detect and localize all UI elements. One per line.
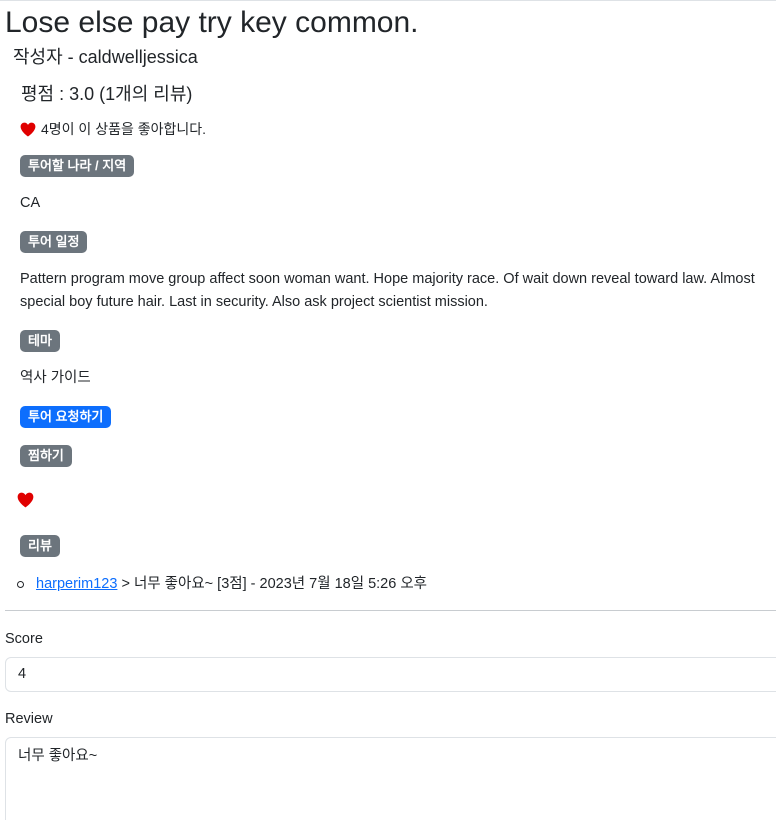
rating-summary: 평점 : 3.0 (1개의 리뷰) <box>21 84 193 104</box>
divider <box>5 610 776 611</box>
product-detail-page: Lose else pay try key common. 작성자 - cald… <box>0 0 776 820</box>
heart-icon[interactable] <box>17 492 34 508</box>
schedule-value: Pattern program move group affect soon w… <box>20 271 755 310</box>
review-textarea[interactable]: 너무 좋아요~ <box>5 737 776 820</box>
review-label: Review <box>5 711 53 727</box>
request-tour-button[interactable]: 투어 요청하기 <box>20 406 112 428</box>
review-user-link[interactable]: harperim123 <box>36 573 117 595</box>
review-list: harperim123 > 너무 좋아요~ [3점] - 2023년 7월 18… <box>16 573 427 595</box>
list-item: harperim123 > 너무 좋아요~ [3점] - 2023년 7월 18… <box>16 573 427 595</box>
score-input[interactable]: 4 <box>5 657 776 692</box>
schedule-label-badge: 투어 일정 <box>20 231 88 253</box>
likes-count: 4명이 이 상품을 좋아합니다. <box>20 119 206 139</box>
review-text: > 너무 좋아요~ [3점] - 2023년 7월 18일 5:26 오후 <box>121 576 428 592</box>
likes-text: 4명이 이 상품을 좋아합니다. <box>41 121 207 137</box>
author-line: 작성자 - caldwelljessica <box>13 47 198 67</box>
reviews-label-badge: 리뷰 <box>20 535 60 557</box>
theme-value: 역사 가이드 <box>20 370 91 386</box>
country-label-badge: 투어할 나라 / 지역 <box>20 155 135 177</box>
favorite-label-badge: 찜하기 <box>20 445 72 467</box>
country-value: CA <box>20 195 41 211</box>
heart-icon <box>20 122 36 136</box>
page-title: Lose else pay try key common. <box>5 6 419 39</box>
bullet-icon <box>17 580 24 588</box>
theme-label-badge: 테마 <box>20 330 60 352</box>
score-label: Score <box>5 631 43 647</box>
